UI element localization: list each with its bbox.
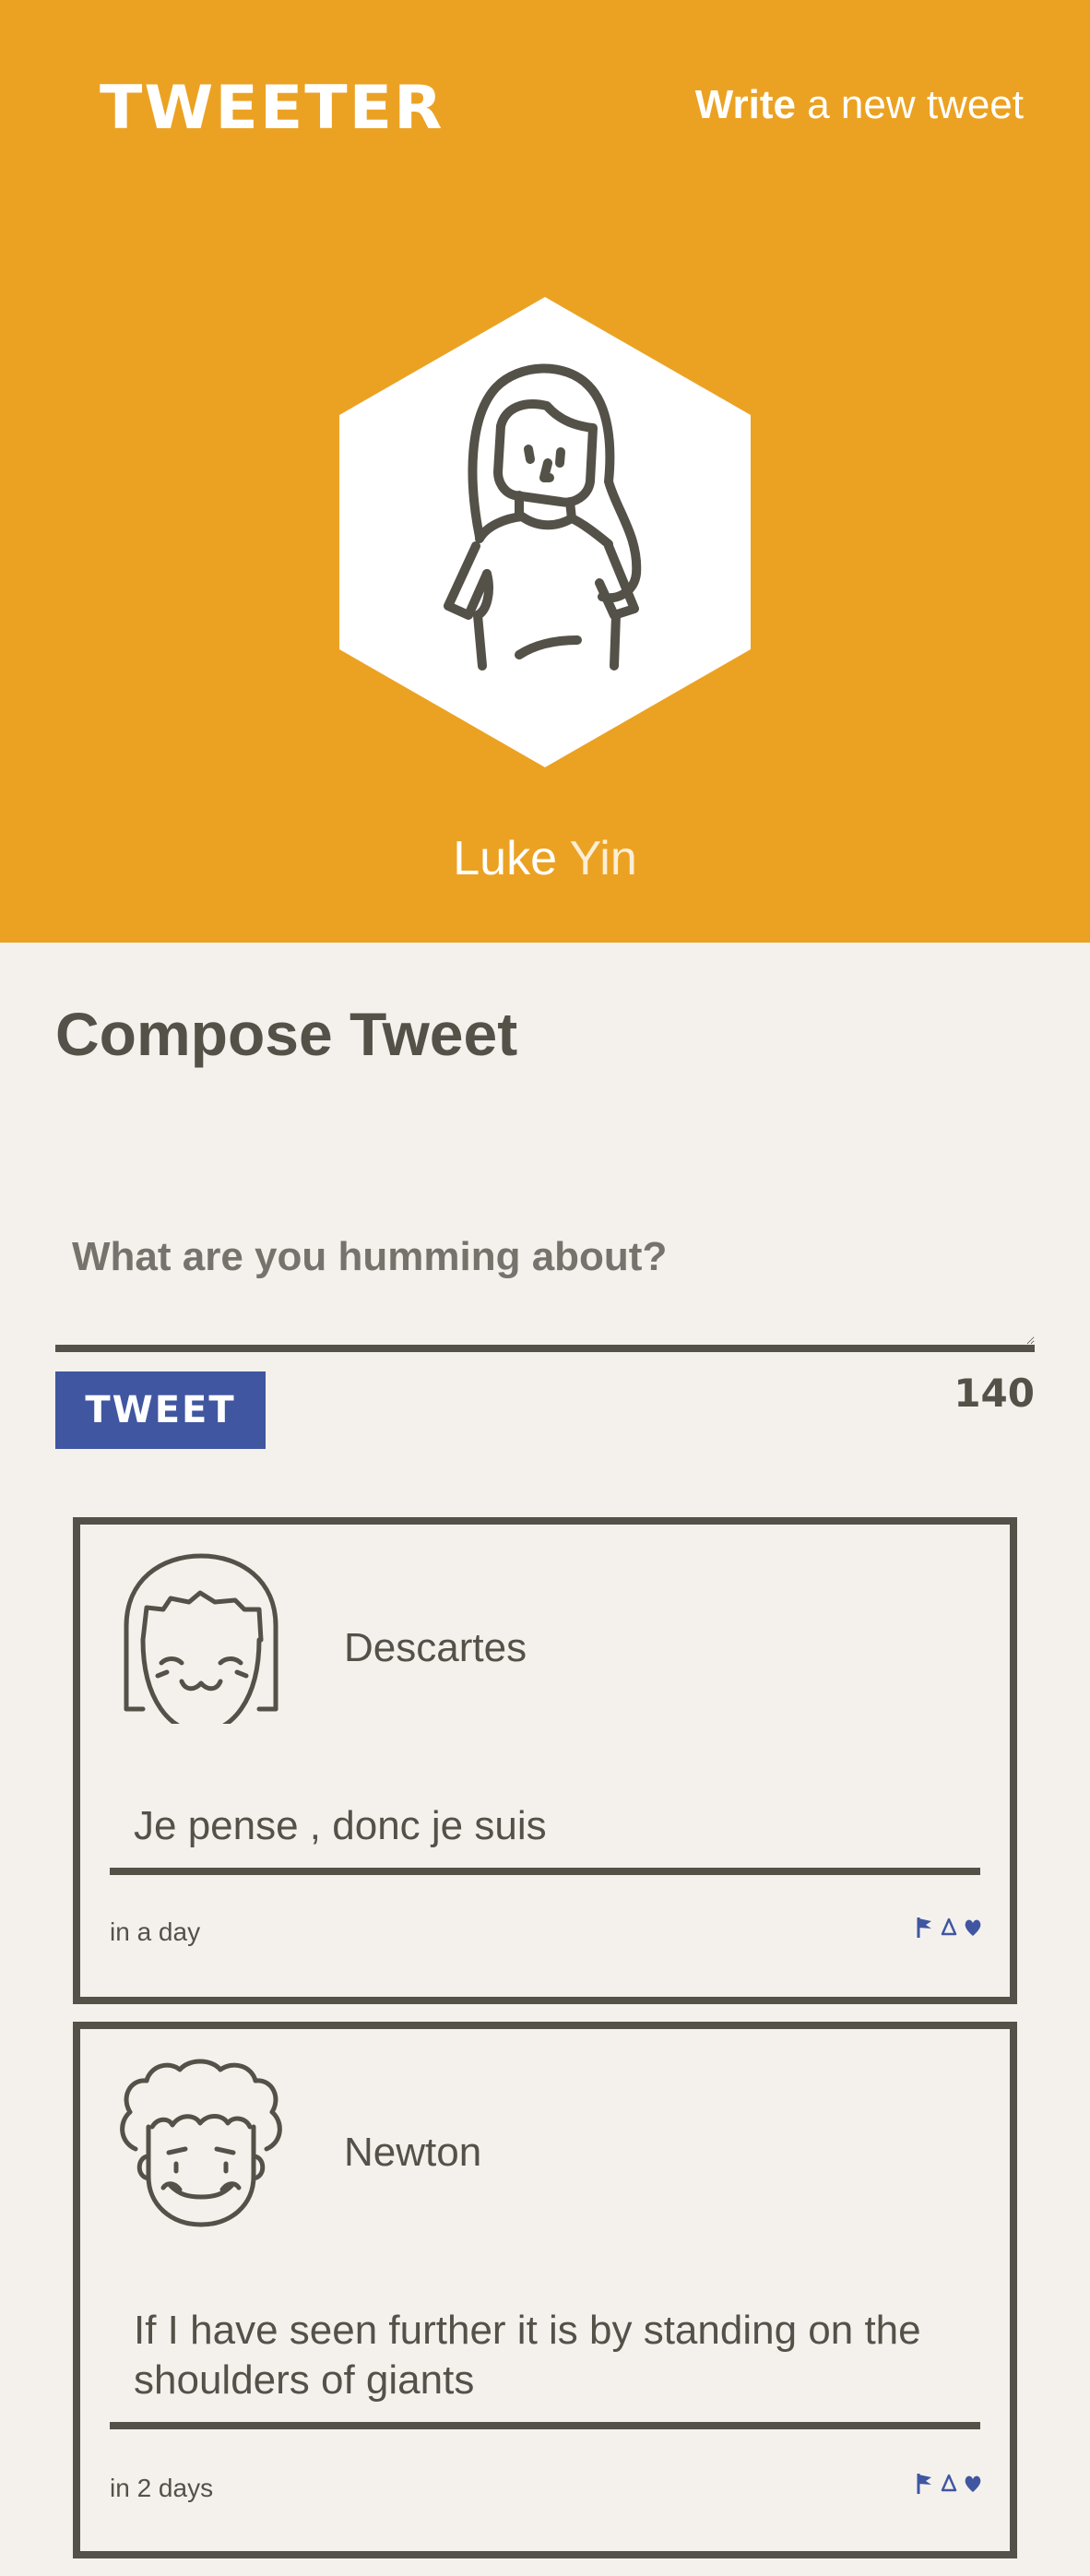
tweet-card: Newton If I have seen further it is by s…: [73, 2022, 1017, 2558]
tweet-card: Descartes Je pense , donc je suis in a d…: [73, 1517, 1017, 2004]
tweet-content: If I have seen further it is by standing…: [134, 2308, 921, 2403]
tweet-author-name: Descartes: [344, 1625, 527, 1670]
user-full-name: Luke Yin: [0, 835, 1090, 883]
tweet-author-name: Newton: [344, 2130, 482, 2175]
write-new-tweet-link[interactable]: Write a new tweet: [695, 85, 1024, 125]
tweet-text-input[interactable]: [55, 1217, 1035, 1352]
tweet-avatar: [120, 2059, 282, 2227]
user-avatar: [339, 297, 751, 767]
tweet-content: Je pense , donc je suis: [134, 1803, 547, 1848]
tweet-divider: [110, 1868, 980, 1875]
compose-title: Compose Tweet: [55, 1000, 518, 1068]
page-header: TWEETER Write a new tweet Luke Yin: [0, 0, 1090, 943]
tweet-submit-button[interactable]: TWEET: [55, 1371, 266, 1449]
heart-icon[interactable]: [964, 2472, 982, 2496]
character-counter: 140: [954, 1371, 1035, 1416]
tweet-actions: [916, 1916, 982, 1940]
tweet-timestamp: in a day: [110, 1917, 201, 1946]
tweet-divider: [110, 2422, 980, 2429]
brand-logo[interactable]: TWEETER: [100, 78, 444, 139]
user-first-name: Luke: [453, 832, 557, 885]
tweet-actions: [916, 2472, 982, 2496]
heart-icon[interactable]: [964, 1916, 982, 1940]
flag-icon[interactable]: [916, 2472, 934, 2496]
tweet-timestamp: in 2 days: [110, 2474, 214, 2502]
tweet-avatar: [124, 1553, 278, 1724]
retweet-icon[interactable]: [940, 1916, 958, 1940]
write-link-rest: a new tweet: [795, 82, 1024, 127]
user-last-name: Yin: [569, 832, 637, 885]
flag-icon[interactable]: [916, 1916, 934, 1940]
retweet-icon[interactable]: [940, 2472, 958, 2496]
write-link-strong: Write: [694, 82, 796, 127]
